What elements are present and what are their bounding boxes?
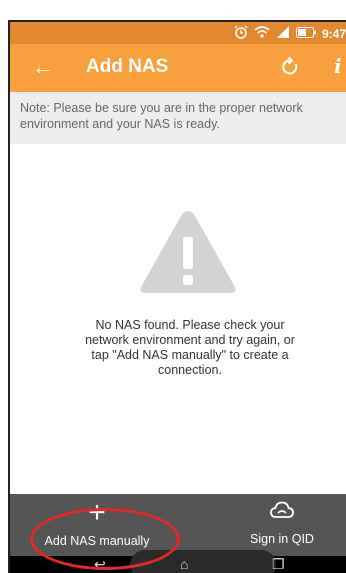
app-toolbar: ← Add NAS i	[10, 44, 346, 92]
status-bar: 9:47	[10, 22, 346, 44]
nav-home-icon[interactable]: ⌂	[180, 556, 188, 572]
annotation-circle	[30, 508, 180, 570]
warning-icon	[140, 211, 236, 293]
alarm-icon	[234, 25, 248, 43]
note-banner: Note: Please be sure you are in the prop…	[10, 92, 346, 144]
sign-in-qid-button[interactable]: Sign in QID	[232, 500, 332, 554]
note-text: Note: Please be sure you are in the prop…	[20, 101, 303, 131]
refresh-icon[interactable]	[280, 56, 300, 78]
back-arrow-icon[interactable]: ←	[32, 54, 54, 80]
cloud-icon	[270, 501, 294, 518]
app-screen: 9:47 ← Add NAS i Note: Please be sure yo…	[8, 20, 346, 573]
wifi-icon	[254, 25, 270, 43]
info-icon[interactable]: i	[334, 54, 342, 78]
status-time: 9:47	[321, 27, 346, 41]
page-title: Add NAS	[86, 56, 169, 77]
sign-in-qid-label: Sign in QID	[250, 532, 314, 546]
empty-state-message: No NAS found. Please check your network …	[85, 318, 295, 377]
status-icons: 9:47	[234, 25, 346, 43]
signal-icon	[276, 26, 290, 42]
nav-recents-icon[interactable]: ❐	[272, 556, 285, 573]
battery-icon	[295, 26, 316, 42]
